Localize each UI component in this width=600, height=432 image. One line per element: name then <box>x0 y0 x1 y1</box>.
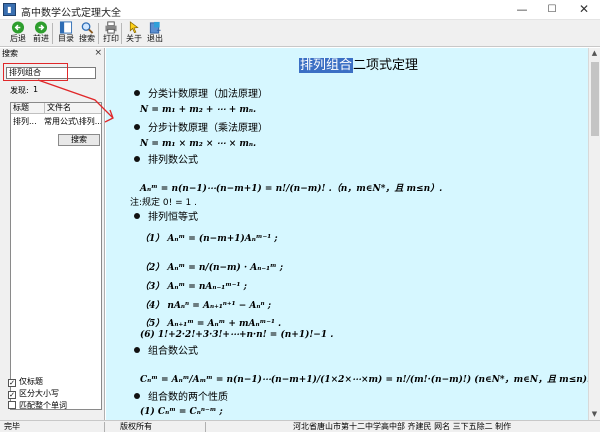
formula: （4） nAₙⁿ = Aₙ₊₁ⁿ⁺¹ − Aₙⁿ ; <box>140 301 272 311</box>
minimize-button[interactable]: — <box>508 0 536 20</box>
toolbar: 后退 前进 目录 搜索 打印 关于 退出 <box>0 20 600 47</box>
option-title-only[interactable]: ✓ 仅标题 <box>8 376 43 387</box>
status-divider <box>104 422 105 432</box>
close-button[interactable]: ✕ <box>570 0 598 20</box>
search-highlight: 排列组合 <box>299 58 354 73</box>
maximize-button[interactable]: ☐ <box>538 0 566 20</box>
checkbox-checked-icon[interactable]: ✓ <box>8 379 16 387</box>
table-row[interactable]: 排列... 常用公式\排列... <box>11 117 102 128</box>
formula: N = m₁ × m₂ × ⋯ × mₙ. <box>140 139 257 149</box>
result-file: 常用公式\排列... <box>44 117 102 126</box>
author-text: 河北省唐山市第十二中学高中部 齐建民 网名 三下五除二 制作 <box>293 422 512 431</box>
section-heading: 分类计数原理（加法原理） <box>134 85 268 100</box>
about-icon <box>129 21 139 34</box>
back-arrow-icon <box>11 21 25 34</box>
search-icon <box>81 22 94 34</box>
results-header: 标题 文件名 <box>11 103 101 114</box>
panel-title: 搜索 <box>2 49 18 58</box>
formula: （3） Aₙᵐ = nAₙ₋₁ᵐ⁻¹ ; <box>140 282 247 292</box>
status-divider <box>205 422 206 432</box>
section-heading: 组合数公式 <box>134 342 198 357</box>
section-heading: 组合数的两个性质 <box>134 388 228 403</box>
vertical-scrollbar[interactable]: ▲ ▼ <box>588 48 600 420</box>
bullet-icon <box>134 156 140 162</box>
bullet-icon <box>134 213 140 219</box>
result-title: 排列... <box>13 117 37 126</box>
bullet-icon <box>134 90 140 96</box>
exit-button[interactable]: 退出 <box>143 21 167 46</box>
bullet-icon <box>134 393 140 399</box>
copyright-text: 版权所有 <box>120 422 152 431</box>
formula: (6) 1!+2·2!+3·3!+⋯+n·n! = (n+1)!−1 . <box>140 330 334 340</box>
bullet-icon <box>134 347 140 353</box>
document-view: 排列组合二项式定理 分类计数原理（加法原理） N = m₁ + m₂ + ⋯ +… <box>106 48 588 420</box>
app-book-icon: ▮ <box>3 3 16 16</box>
scroll-down-icon[interactable]: ▼ <box>589 409 600 420</box>
checkbox-checked-icon[interactable]: ✓ <box>8 391 16 399</box>
section-heading: 分步计数原理（乘法原理） <box>134 119 268 134</box>
panel-header: 搜索 × <box>0 48 104 59</box>
column-header-file[interactable]: 文件名 <box>44 103 71 113</box>
results-list: 标题 文件名 排列... 常用公式\排列... <box>10 102 102 410</box>
formula: N = m₁ + m₂ + ⋯ + mₙ. <box>140 105 257 115</box>
formula: （2） Aₙᵐ = n/(n−m) · Aₙ₋₁ᵐ ; <box>140 263 284 273</box>
search-panel: 搜索 × 排列组合 发现: 1 标题 文件名 排列... 常用公式\排列... … <box>0 48 105 420</box>
search-submit-button[interactable]: 搜索 <box>58 134 100 146</box>
forward-arrow-icon <box>34 21 48 34</box>
section-heading: 排列数公式 <box>134 151 198 166</box>
page-title: 排列组合二项式定理 <box>299 58 419 73</box>
title-bar: ▮ 高中数学公式定理大全 — ☐ ✕ <box>0 0 600 20</box>
option-case-sensitive[interactable]: ✓ 区分大小写 <box>8 388 59 399</box>
scroll-up-icon[interactable]: ▲ <box>589 48 600 59</box>
hits-label: 发现: <box>10 86 29 95</box>
formula: (1) Cₙᵐ = Cₙⁿ⁻ᵐ ; <box>140 407 223 417</box>
bullet-icon <box>134 124 140 130</box>
window-title: 高中数学公式定理大全 <box>21 8 121 19</box>
scrollbar-thumb[interactable] <box>591 62 599 136</box>
hits-count: 1 <box>33 85 39 94</box>
annotation-box <box>3 63 68 81</box>
contents-icon <box>59 21 73 34</box>
exit-icon <box>149 21 161 34</box>
formula: （1） Aₙᵐ = (n−m+1)Aₙᵐ⁻¹ ; <box>140 234 278 244</box>
print-icon <box>105 21 117 34</box>
status-bar: 完毕 版权所有 河北省唐山市第十二中学高中部 齐建民 网名 三下五除二 制作 <box>0 420 600 432</box>
note-text: 注:规定 0! = 1 . <box>130 198 197 208</box>
option-whole-word[interactable]: 匹配整个单词 <box>8 400 67 411</box>
formula: （5） Aₙ₊₁ᵐ = Aₙᵐ + mAₙᵐ⁻¹ . <box>140 319 282 329</box>
section-heading: 排列恒等式 <box>134 208 198 223</box>
column-header-title[interactable]: 标题 <box>13 103 29 113</box>
checkbox-empty-icon[interactable] <box>8 401 16 409</box>
formula: Aₙᵐ = n(n−1)⋯(n−m+1) = n!/(n−m)! .（n，m∈N… <box>140 184 443 194</box>
formula: Cₙᵐ = Aₙᵐ/Aₘᵐ = n(n−1)⋯(n−m+1)/(1×2×⋯×m)… <box>140 375 588 385</box>
status-text: 完毕 <box>4 422 20 431</box>
panel-close-icon[interactable]: × <box>94 48 102 59</box>
